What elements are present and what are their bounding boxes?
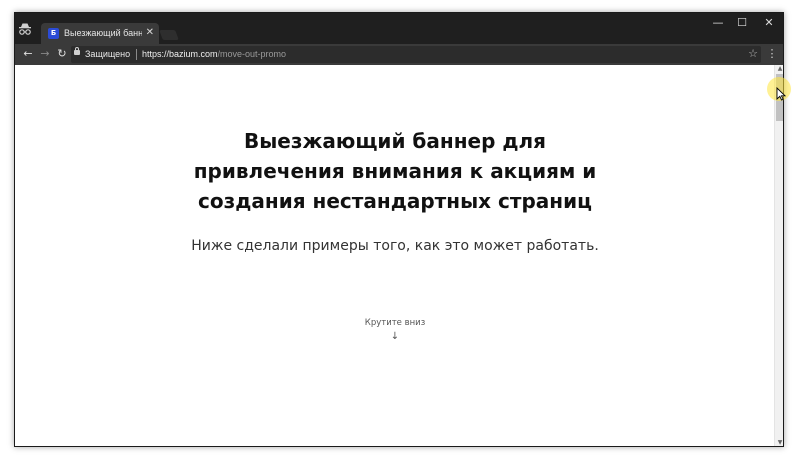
scroll-hint: Крутите вниз (364, 318, 426, 328)
page-title-line: привлечения внимания к акциям и (193, 159, 597, 183)
url-text[interactable]: https://bazium.com/move-out-promo (142, 48, 286, 61)
minimize-button[interactable]: — (705, 15, 731, 31)
menu-icon[interactable]: ⋮ (765, 46, 779, 62)
browser-window: Б Выезжающий баннер н ✕ — ☐ ✕ ← → ↻ Защи… (14, 12, 784, 447)
browser-toolbar: ← → ↻ Защищено https://bazium.com/move-o… (15, 44, 783, 65)
page-viewport: Выезжающий баннер для привлечения вниман… (15, 65, 775, 446)
star-icon[interactable]: ☆ (748, 47, 758, 61)
scroll-up-icon[interactable]: ▲ (776, 66, 783, 72)
reload-icon[interactable]: ↻ (54, 46, 70, 62)
favicon-icon: Б (48, 28, 59, 39)
forward-icon[interactable]: → (37, 46, 53, 62)
page-title: Выезжающий баннер для привлечения вниман… (15, 126, 775, 216)
lock-icon (74, 47, 80, 55)
down-arrow-icon: ↓ (390, 331, 400, 342)
url-host: https://bazium.com (142, 49, 218, 59)
address-bar[interactable]: Защищено https://bazium.com/move-out-pro… (71, 46, 761, 63)
page-title-line: создания нестандартных страниц (198, 189, 592, 213)
page-subtitle: Ниже сделали примеры того, как это может… (191, 238, 599, 254)
back-icon[interactable]: ← (20, 46, 36, 62)
title-bar: Б Выезжающий баннер н ✕ — ☐ ✕ (15, 13, 783, 44)
url-path: /move-out-promo (217, 49, 287, 59)
browser-tab[interactable]: Б Выезжающий баннер н ✕ (41, 23, 159, 44)
incognito-icon (19, 23, 31, 35)
scroll-down-icon[interactable]: ▼ (776, 440, 783, 446)
maximize-button[interactable]: ☐ (729, 15, 755, 31)
cursor-icon (776, 87, 786, 101)
tab-title: Выезжающий баннер н (64, 28, 142, 38)
new-tab-button[interactable] (159, 30, 179, 40)
vertical-scrollbar[interactable]: ▲ ▼ (774, 65, 783, 446)
secure-label: Защищено (85, 49, 131, 59)
close-window-button[interactable]: ✕ (756, 15, 782, 31)
close-icon[interactable]: ✕ (146, 26, 154, 40)
address-divider (136, 49, 137, 60)
page-title-line: Выезжающий баннер для (243, 129, 547, 153)
